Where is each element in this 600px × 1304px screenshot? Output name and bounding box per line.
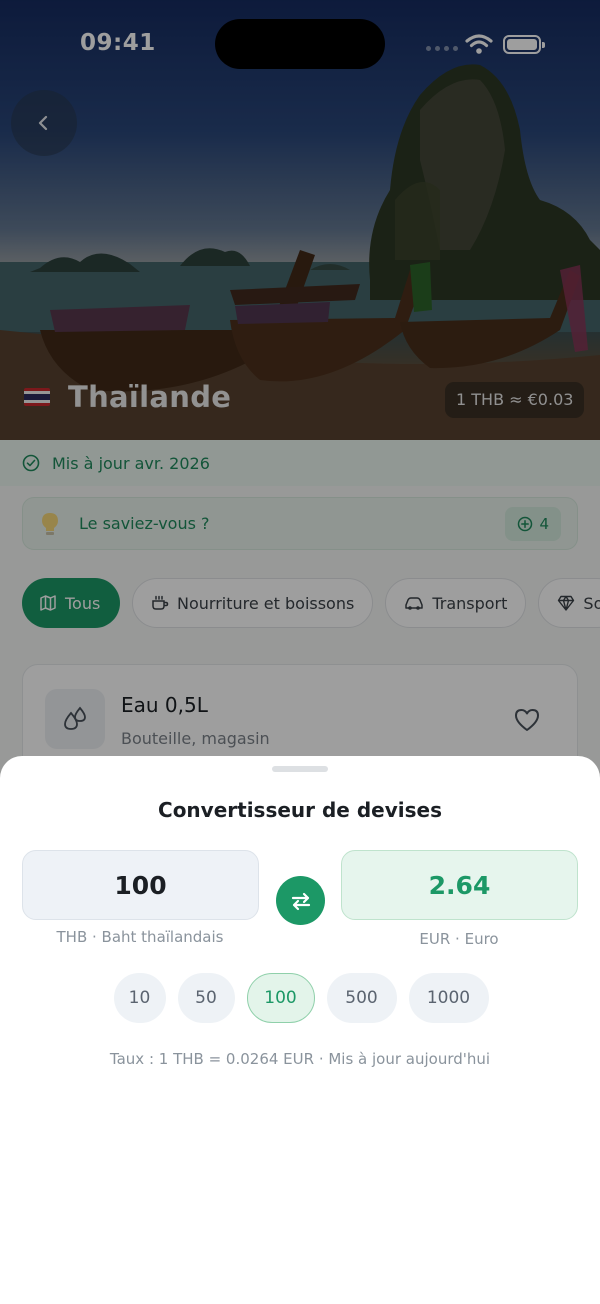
swap-currencies-button[interactable] xyxy=(276,876,325,925)
swap-arrows-icon xyxy=(291,892,310,910)
sheet-grabber[interactable] xyxy=(272,766,328,772)
from-amount-input[interactable]: 100 xyxy=(22,850,259,920)
from-currency-label: THB · Baht thaïlandais xyxy=(56,928,224,946)
preset-100[interactable]: 100 xyxy=(246,973,315,1023)
amount-presets: 10 50 100 500 1000 xyxy=(0,973,600,1023)
to-currency-label: EUR · Euro xyxy=(419,930,499,948)
preset-500[interactable]: 500 xyxy=(326,973,397,1023)
to-amount-output[interactable]: 2.64 xyxy=(341,850,578,920)
rate-info: Taux : 1 THB = 0.0264 EUR · Mis à jour a… xyxy=(109,1050,491,1068)
preset-10[interactable]: 10 xyxy=(113,973,166,1023)
sheet-title: Convertisseur de devises xyxy=(158,798,442,822)
currency-converter-sheet: Convertisseur de devises 100 2.64 THB · … xyxy=(0,756,600,1304)
preset-50[interactable]: 50 xyxy=(177,973,235,1023)
preset-1000[interactable]: 1000 xyxy=(408,973,489,1023)
